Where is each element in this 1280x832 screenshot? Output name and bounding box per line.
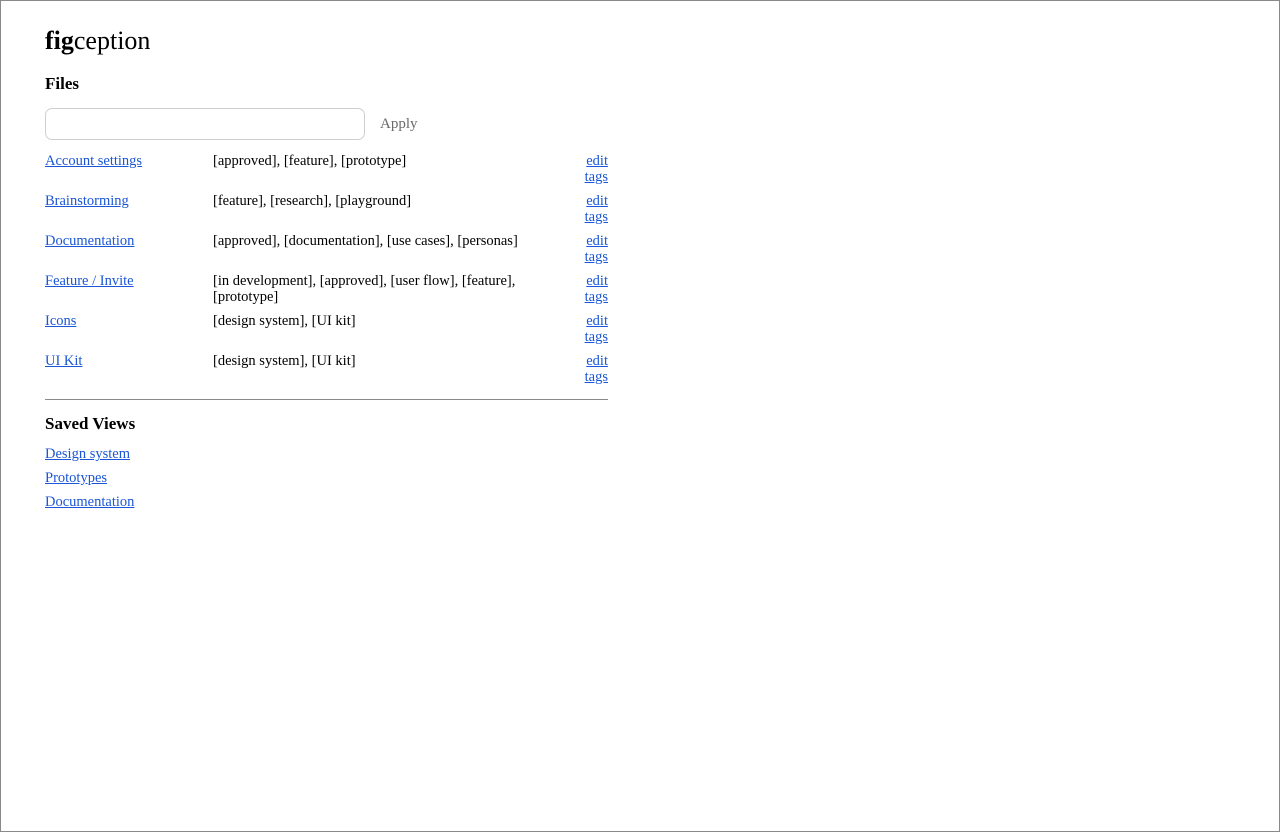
section-divider <box>45 399 608 400</box>
table-row: UI Kit [design system], [UI kit] edit ta… <box>45 353 608 393</box>
tag-filter-input[interactable] <box>45 108 365 140</box>
file-tags: [feature], [research], [playground] <box>213 193 412 209</box>
file-tags: [approved], [documentation], [use cases]… <box>213 233 518 249</box>
table-row: Documentation [approved], [documentation… <box>45 233 608 273</box>
edit-tags-link[interactable]: edit tags <box>585 313 608 345</box>
list-item: Prototypes <box>45 470 608 486</box>
saved-view-link[interactable]: Prototypes <box>45 470 107 486</box>
file-link[interactable]: Icons <box>45 313 76 329</box>
edit-tags-link[interactable]: edit tags <box>585 273 608 305</box>
saved-view-link[interactable]: Design system <box>45 446 130 462</box>
table-row: Feature / Invite [in development], [appr… <box>45 273 608 313</box>
file-tags: [design system], [UI kit] <box>213 353 356 369</box>
file-link[interactable]: Feature / Invite <box>45 273 134 289</box>
saved-views-list: Design system Prototypes Documentation <box>45 446 608 510</box>
table-row: Account settings [approved], [feature], … <box>45 153 608 193</box>
file-link[interactable]: Brainstorming <box>45 193 129 209</box>
tag-filter-row: Apply <box>45 108 608 140</box>
edit-tags-link[interactable]: edit tags <box>585 153 608 185</box>
saved-views-heading: Saved Views <box>45 414 136 433</box>
table-row: Brainstorming [feature], [research], [pl… <box>45 193 608 233</box>
app-logo[interactable]: figception <box>45 25 608 57</box>
files-heading: Files <box>45 74 79 93</box>
edit-tags-link[interactable]: edit tags <box>585 353 608 385</box>
file-link[interactable]: UI Kit <box>45 353 82 369</box>
main-content: figception Files Apply Account settings … <box>45 25 608 518</box>
apply-button[interactable]: Apply <box>373 112 425 137</box>
file-tags: [approved], [feature], [prototype] <box>213 153 407 169</box>
edit-tags-link[interactable]: edit tags <box>585 233 608 265</box>
file-tags: [in development], [approved], [user flow… <box>213 273 516 305</box>
edit-tags-link[interactable]: edit tags <box>585 193 608 225</box>
files-table: Account settings [approved], [feature], … <box>45 153 608 393</box>
saved-view-link[interactable]: Documentation <box>45 494 134 510</box>
file-link[interactable]: Documentation <box>45 233 134 249</box>
file-link[interactable]: Account settings <box>45 153 142 169</box>
list-item: Design system <box>45 446 608 462</box>
table-row: Icons [design system], [UI kit] edit tag… <box>45 313 608 353</box>
file-tags: [design system], [UI kit] <box>213 313 356 329</box>
list-item: Documentation <box>45 494 608 510</box>
logo-normal-part: ception <box>73 26 151 55</box>
logo-bold-part: fig <box>45 26 74 55</box>
